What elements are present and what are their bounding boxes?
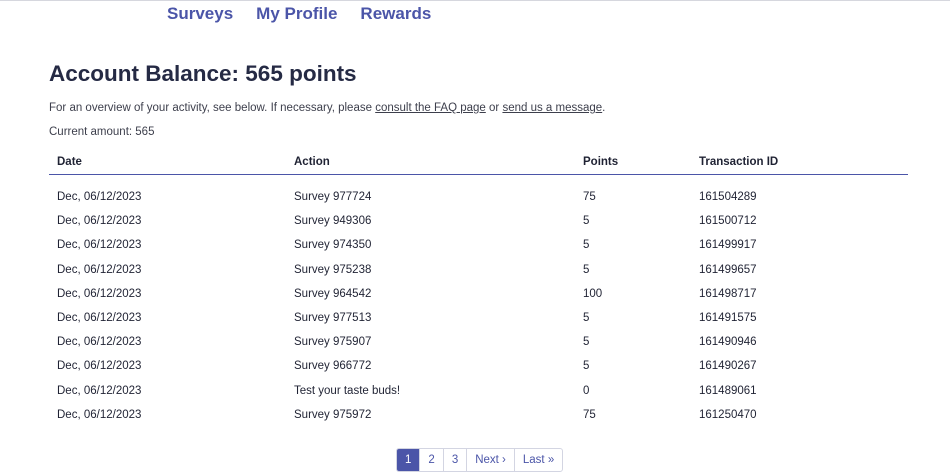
page-2-button[interactable]: 2 xyxy=(419,449,442,471)
cell-transaction-id: 161490946 xyxy=(699,336,757,349)
last-page-button[interactable]: Last » xyxy=(513,449,562,471)
cell-action: Test your taste buds! xyxy=(294,384,401,397)
nav-surveys[interactable]: Surveys xyxy=(167,3,233,25)
page-1-button[interactable]: 1 xyxy=(397,449,420,471)
page-3-button[interactable]: 3 xyxy=(442,449,466,471)
table-row: Dec, 06/12/2023 Survey 975907 5 16149094… xyxy=(49,330,908,354)
cell-date: Dec, 06/12/2023 xyxy=(57,239,142,252)
cell-date: Dec, 06/12/2023 xyxy=(57,336,142,349)
cell-action: Survey 975972 xyxy=(294,408,372,421)
cell-transaction-id: 161491575 xyxy=(699,312,757,325)
cell-action: Survey 964542 xyxy=(294,287,372,300)
cell-transaction-id: 161504289 xyxy=(699,191,757,204)
cell-points: 100 xyxy=(583,287,603,300)
table-row: Dec, 06/12/2023 Test your taste buds! 0 … xyxy=(49,379,908,403)
transactions-table: Date Action Points Transaction ID Dec, 0… xyxy=(49,150,908,427)
cell-points: 5 xyxy=(583,215,590,228)
cell-points: 75 xyxy=(583,191,596,204)
table-header-row: Date Action Points Transaction ID xyxy=(49,150,908,175)
top-divider xyxy=(0,0,950,1)
cell-points: 5 xyxy=(583,239,590,252)
cell-date: Dec, 06/12/2023 xyxy=(57,360,142,373)
header-points: Points xyxy=(575,150,691,175)
faq-link[interactable]: consult the FAQ page xyxy=(375,102,486,114)
cell-action: Survey 977724 xyxy=(294,191,372,204)
table-row: Dec, 06/12/2023 Survey 975972 75 1612504… xyxy=(49,403,908,427)
cell-points: 5 xyxy=(583,263,590,276)
cell-transaction-id: 161490267 xyxy=(699,360,757,373)
page-title: Account Balance: 565 points xyxy=(49,61,357,86)
cell-transaction-id: 161250470 xyxy=(699,408,757,421)
cell-transaction-id: 161489061 xyxy=(699,384,757,397)
table-row: Dec, 06/12/2023 Survey 966772 5 16149026… xyxy=(49,354,908,378)
send-message-link[interactable]: send us a message xyxy=(502,102,602,114)
header-date: Date xyxy=(49,150,286,175)
header-transaction-id: Transaction ID xyxy=(691,150,908,175)
cell-action: Survey 975238 xyxy=(294,263,372,276)
current-amount: Current amount: 565 xyxy=(49,126,155,138)
table-row: Dec, 06/12/2023 Survey 975238 5 16149965… xyxy=(49,258,908,282)
table-row: Dec, 06/12/2023 Survey 949306 5 16150071… xyxy=(49,209,908,233)
cell-points: 75 xyxy=(583,408,596,421)
cell-date: Dec, 06/12/2023 xyxy=(57,312,142,325)
cell-points: 5 xyxy=(583,312,590,325)
cell-transaction-id: 161499657 xyxy=(699,263,757,276)
cell-date: Dec, 06/12/2023 xyxy=(57,408,142,421)
main-nav: Surveys My Profile Rewards xyxy=(167,3,454,25)
intro-prefix: For an overview of your activity, see be… xyxy=(49,102,376,114)
pagination: 1 2 3 Next › Last » xyxy=(396,448,564,472)
table-row: Dec, 06/12/2023 Survey 974350 5 16149991… xyxy=(49,233,908,257)
cell-action: Survey 966772 xyxy=(294,360,372,373)
cell-date: Dec, 06/12/2023 xyxy=(57,215,142,228)
table-row: Dec, 06/12/2023 Survey 977513 5 16149157… xyxy=(49,306,908,330)
table-spacer xyxy=(49,175,908,186)
table-row: Dec, 06/12/2023 Survey 977724 75 1615042… xyxy=(49,185,908,209)
table-row: Dec, 06/12/2023 Survey 964542 100 161498… xyxy=(49,282,908,306)
header-action: Action xyxy=(286,150,575,175)
cell-action: Survey 975907 xyxy=(294,336,372,349)
table-body: Dec, 06/12/2023 Survey 977724 75 1615042… xyxy=(49,175,908,427)
spacer-cell xyxy=(49,175,908,186)
intro-text: For an overview of your activity, see be… xyxy=(49,100,605,116)
next-page-button[interactable]: Next › xyxy=(466,449,514,471)
cell-action: Survey 949306 xyxy=(294,215,372,228)
cell-transaction-id: 161498717 xyxy=(699,287,757,300)
cell-date: Dec, 06/12/2023 xyxy=(57,191,142,204)
cell-date: Dec, 06/12/2023 xyxy=(57,287,142,300)
nav-rewards[interactable]: Rewards xyxy=(360,3,431,25)
cell-action: Survey 977513 xyxy=(294,312,372,325)
cell-action: Survey 974350 xyxy=(294,239,372,252)
cell-points: 5 xyxy=(583,360,590,373)
cell-date: Dec, 06/12/2023 xyxy=(57,263,142,276)
intro-suffix: . xyxy=(602,102,606,114)
cell-points: 5 xyxy=(583,336,590,349)
cell-transaction-id: 161500712 xyxy=(699,215,757,228)
cell-transaction-id: 161499917 xyxy=(699,239,757,252)
cell-date: Dec, 06/12/2023 xyxy=(57,384,142,397)
intro-mid: or xyxy=(485,102,503,114)
nav-my-profile[interactable]: My Profile xyxy=(256,3,337,25)
cell-points: 0 xyxy=(583,384,590,397)
